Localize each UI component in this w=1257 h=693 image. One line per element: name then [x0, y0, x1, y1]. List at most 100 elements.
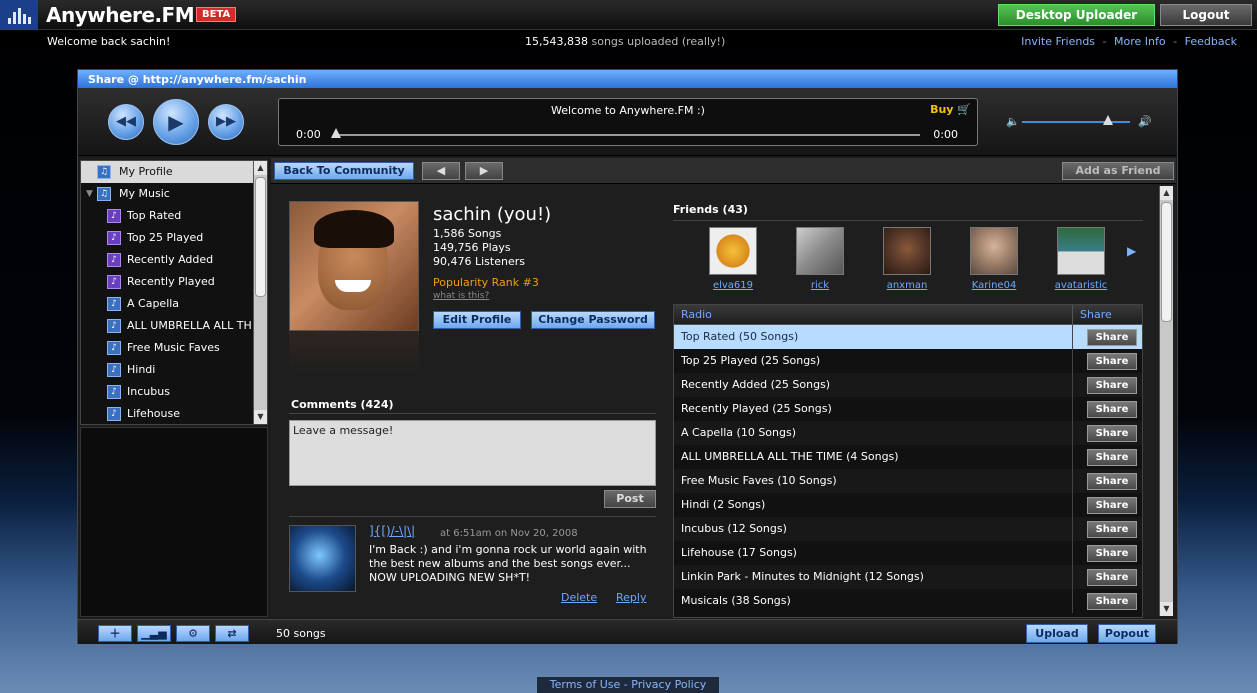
share-button[interactable]: Share	[1087, 497, 1137, 514]
main-scrollbar[interactable]: ▲ ▼	[1159, 186, 1173, 616]
post-button[interactable]: Post	[604, 490, 656, 508]
sidebar-item-free-music-faves[interactable]: ♪ Free Music Faves	[81, 337, 255, 359]
sidebar-item-a-capella[interactable]: ♪ A Capella	[81, 293, 255, 315]
gear-icon[interactable]: ⚙	[176, 625, 210, 642]
scroll-up-arrow-icon[interactable]: ▲	[1160, 186, 1173, 200]
friend-name-link[interactable]: avataristic	[1051, 280, 1111, 291]
sidebar-item-hindi[interactable]: ♪ Hindi	[81, 359, 255, 381]
share-button[interactable]: Share	[1087, 329, 1137, 346]
friend-avatar[interactable]	[1057, 227, 1105, 275]
comment-input[interactable]: Leave a message!	[289, 420, 656, 486]
equalizer-icon[interactable]: ▁▃▅	[137, 625, 171, 642]
prev-button[interactable]: ◀	[422, 162, 460, 180]
sidebar-item-lifehouse[interactable]: ♪ Lifehouse	[81, 403, 255, 424]
friend-avatar[interactable]	[796, 227, 844, 275]
change-password-button[interactable]: Change Password	[531, 311, 655, 329]
friend-name-link[interactable]: rick	[790, 280, 850, 291]
more-info-link[interactable]: More Info	[1114, 35, 1166, 48]
friend-avatar[interactable]	[970, 227, 1018, 275]
radio-row[interactable]: Top Rated (50 Songs) Share	[674, 325, 1142, 349]
friend-name-link[interactable]: anxman	[877, 280, 937, 291]
privacy-policy-link[interactable]: Privacy Policy	[631, 678, 706, 691]
invite-friends-link[interactable]: Invite Friends	[1021, 35, 1095, 48]
delete-comment-link[interactable]: Delete	[561, 591, 597, 604]
radio-row[interactable]: ALL UMBRELLA ALL THE TIME (4 Songs) Share	[674, 445, 1142, 469]
popout-button[interactable]: Popout	[1098, 624, 1156, 643]
friend-item[interactable]: Karine04	[964, 227, 1024, 291]
sidebar-item-all-umbrella[interactable]: ♪ ALL UMBRELLA ALL TH	[81, 315, 255, 337]
share-button[interactable]: Share	[1087, 545, 1137, 562]
radio-row[interactable]: Lifehouse (17 Songs) Share	[674, 541, 1142, 565]
radio-row[interactable]: Musicals (38 Songs) Share	[674, 589, 1142, 613]
friend-avatar[interactable]	[883, 227, 931, 275]
scroll-down-arrow-icon[interactable]: ▼	[1160, 602, 1173, 616]
rewind-button[interactable]: ◀◀	[108, 104, 144, 140]
share-button[interactable]: Share	[1087, 521, 1137, 538]
sidebar-scrollbar[interactable]: ▲ ▼	[253, 161, 267, 424]
next-button[interactable]: ▶	[465, 162, 503, 180]
share-button[interactable]: Share	[1087, 353, 1137, 370]
logo-icon[interactable]	[0, 0, 38, 30]
friend-item[interactable]: anxman	[877, 227, 937, 291]
scroll-up-arrow-icon[interactable]: ▲	[254, 161, 267, 175]
expand-triangle-icon[interactable]: ▼	[86, 183, 93, 205]
sidebar-item-incubus[interactable]: ♪ Incubus	[81, 381, 255, 403]
share-button[interactable]: Share	[1087, 425, 1137, 442]
radio-row[interactable]: Linkin Park - Minutes to Midnight (12 So…	[674, 565, 1142, 589]
radio-row[interactable]: Free Music Faves (10 Songs) Share	[674, 469, 1142, 493]
friend-item[interactable]: elva619	[703, 227, 763, 291]
share-button[interactable]: Share	[1087, 377, 1137, 394]
share-column-header[interactable]: Share	[1072, 305, 1142, 325]
share-button[interactable]: Share	[1087, 401, 1137, 418]
sidebar-item-recently-played[interactable]: ♪ Recently Played	[81, 271, 255, 293]
edit-profile-button[interactable]: Edit Profile	[433, 311, 521, 329]
volume-high-icon[interactable]: 🔊	[1138, 115, 1152, 128]
share-button[interactable]: Share	[1087, 449, 1137, 466]
radio-row[interactable]: A Capella (10 Songs) Share	[674, 421, 1142, 445]
play-button[interactable]: ▶	[153, 99, 199, 145]
back-to-community-button[interactable]: Back To Community	[274, 162, 414, 180]
add-icon[interactable]: ＋	[98, 625, 132, 642]
commenter-avatar[interactable]	[289, 525, 356, 592]
radio-row[interactable]: Recently Added (25 Songs) Share	[674, 373, 1142, 397]
logo-text[interactable]: Anywhere.FM	[46, 3, 195, 27]
radio-row[interactable]: Incubus (12 Songs) Share	[674, 517, 1142, 541]
terms-of-use-link[interactable]: Terms of Use	[550, 678, 621, 691]
what-is-this-link[interactable]: what is this?	[433, 291, 489, 301]
friend-name-link[interactable]: elva619	[703, 280, 763, 291]
sidebar-item-top-rated[interactable]: ♪ Top Rated	[81, 205, 255, 227]
shuffle-icon[interactable]: ⇄	[215, 625, 249, 642]
friend-item[interactable]: avataristic	[1051, 227, 1111, 291]
radio-row[interactable]: Recently Played (25 Songs) Share	[674, 397, 1142, 421]
upload-button[interactable]: Upload	[1026, 624, 1088, 643]
buy-button[interactable]: Buy 🛒	[930, 103, 971, 116]
progress-track[interactable]	[334, 134, 920, 136]
scroll-down-arrow-icon[interactable]: ▼	[254, 410, 267, 424]
share-button[interactable]: Share	[1087, 593, 1137, 610]
logout-button[interactable]: Logout	[1160, 4, 1252, 26]
reply-comment-link[interactable]: Reply	[616, 591, 646, 604]
radio-row[interactable]: Top 25 Played (25 Songs) Share	[674, 349, 1142, 373]
scrollbar-thumb[interactable]	[1161, 202, 1172, 322]
friend-item[interactable]: rick	[790, 227, 850, 291]
fast-forward-button[interactable]: ▶▶	[208, 104, 244, 140]
sidebar-item-my-profile[interactable]: ♫ My Profile	[81, 161, 255, 183]
radio-row[interactable]: Hindi (2 Songs) Share	[674, 493, 1142, 517]
add-as-friend-button[interactable]: Add as Friend	[1062, 162, 1174, 180]
friend-name-link[interactable]: Karine04	[964, 280, 1024, 291]
scrollbar-thumb[interactable]	[255, 177, 266, 297]
commenter-name-link[interactable]: ]{[)/-\|\|	[369, 524, 415, 538]
feedback-link[interactable]: Feedback	[1185, 35, 1237, 48]
share-button[interactable]: Share	[1087, 473, 1137, 490]
sidebar-item-my-music[interactable]: ▼ ♫ My Music	[81, 183, 255, 205]
friend-avatar[interactable]	[709, 227, 757, 275]
radio-column-header[interactable]: Radio	[681, 305, 712, 324]
volume-slider[interactable]	[1022, 121, 1130, 123]
progress-knob[interactable]	[331, 128, 341, 138]
friends-next-arrow-icon[interactable]: ▶	[1127, 244, 1136, 258]
volume-knob[interactable]	[1103, 115, 1114, 125]
desktop-uploader-button[interactable]: Desktop Uploader	[998, 4, 1155, 26]
sidebar-item-recently-added[interactable]: ♪ Recently Added	[81, 249, 255, 271]
volume-low-icon[interactable]: 🔈	[1006, 115, 1020, 128]
share-button[interactable]: Share	[1087, 569, 1137, 586]
